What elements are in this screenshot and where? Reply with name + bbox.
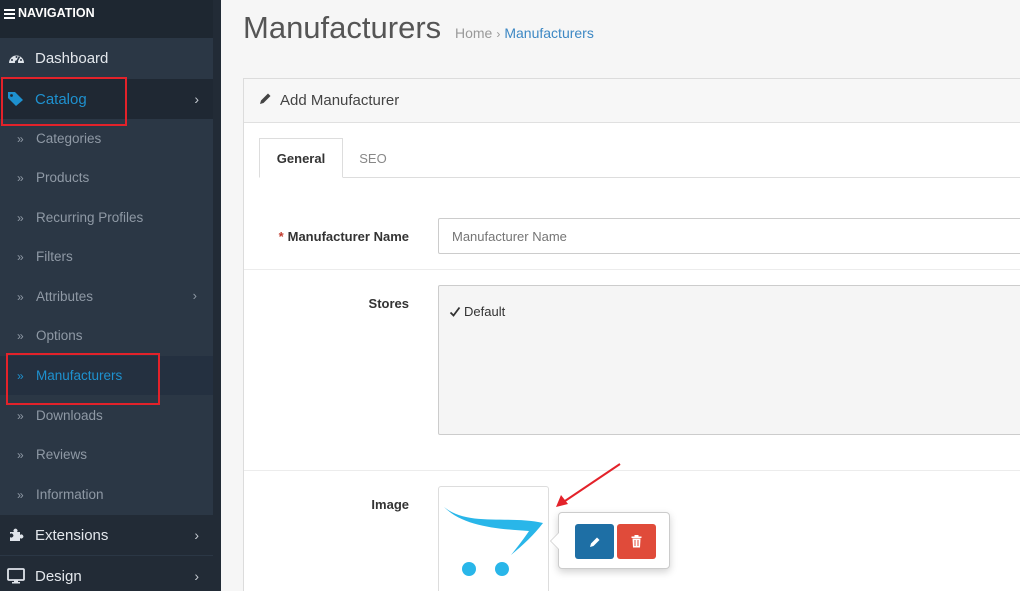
sidebar-subitem-label: Attributes	[36, 289, 94, 304]
sidebar-subitem-label: Reviews	[36, 447, 88, 462]
sidebar-subitem-attributes[interactable]: » Attributes ›	[0, 277, 213, 316]
dashboard-icon	[7, 49, 25, 67]
panel-heading-title: Add Manufacturer	[280, 92, 400, 109]
stores-list-box[interactable]: Default	[438, 285, 1020, 435]
store-option-default[interactable]: Default	[449, 304, 505, 319]
sidebar-subitem-label: Recurring Profiles	[36, 210, 144, 225]
navigation-header[interactable]: NAVIGATION	[0, 0, 213, 38]
manufacturer-form-panel: Add Manufacturer General SEO * Manufactur…	[243, 78, 1020, 591]
tabs-divider	[259, 177, 1020, 178]
monitor-icon	[7, 567, 25, 585]
chevron-right-icon: ›	[194, 527, 199, 543]
sidebar-subitem-label: Products	[36, 170, 90, 185]
chevron-right-icon: ›	[192, 288, 197, 303]
double-chevron-icon: »	[17, 170, 24, 185]
double-chevron-icon: »	[17, 328, 24, 343]
image-label: Image	[371, 497, 409, 512]
menu-bars-icon	[4, 9, 15, 21]
sidebar-item-label: Dashboard	[35, 49, 109, 67]
delete-image-button[interactable]	[617, 524, 656, 559]
checkbox-checked-icon[interactable]	[449, 306, 461, 318]
row-divider	[244, 269, 1020, 270]
sidebar-item-dashboard[interactable]: Dashboard	[0, 38, 213, 78]
breadcrumb: Home › Manufacturers	[455, 25, 594, 41]
double-chevron-icon: »	[17, 131, 24, 146]
sidebar-item-design[interactable]: Design ›	[0, 556, 213, 591]
sidebar-subitem-label: Filters	[36, 249, 73, 264]
opencart-logo-icon	[444, 507, 543, 576]
pencil-icon	[589, 537, 599, 547]
stores-label: Stores	[368, 296, 409, 311]
store-option-label: Default	[464, 304, 506, 319]
annotation-highlight-catalog	[1, 77, 127, 126]
double-chevron-icon: »	[17, 210, 24, 225]
trash-icon	[631, 535, 642, 548]
sidebar-subitem-products[interactable]: » Products	[0, 158, 213, 197]
annotation-highlight-manufacturers	[6, 353, 160, 405]
annotation-arrow	[556, 463, 621, 507]
sidebar-subitem-reviews[interactable]: » Reviews	[0, 435, 213, 474]
sidebar-subitem-options[interactable]: » Options	[0, 316, 213, 355]
sidebar-item-label: Design	[35, 567, 82, 585]
double-chevron-icon: »	[17, 447, 24, 462]
double-chevron-icon: »	[17, 408, 24, 423]
sidebar-subitem-label: Downloads	[36, 408, 103, 423]
sidebar-item-label: Extensions	[35, 526, 109, 544]
image-thumbnail[interactable]	[438, 486, 549, 591]
sidebar-subitem-filters[interactable]: » Filters	[0, 237, 213, 276]
edit-image-button[interactable]	[575, 524, 614, 559]
panel-heading: Add Manufacturer	[244, 79, 1020, 123]
manufacturer-name-label: * Manufacturer Name	[264, 229, 409, 244]
manufacturer-name-label-text: Manufacturer Name	[287, 229, 409, 244]
sidebar-item-extensions[interactable]: Extensions ›	[0, 515, 213, 555]
breadcrumb-current-link[interactable]: Manufacturers	[504, 25, 593, 41]
double-chevron-icon: »	[17, 487, 24, 502]
page-title: Manufacturers	[243, 10, 442, 45]
navigation-header-label: NAVIGATION	[18, 6, 95, 20]
sidebar-subitem-label: Options	[36, 328, 83, 343]
breadcrumb-home-link[interactable]: Home	[455, 25, 492, 41]
tab-general[interactable]: General	[259, 138, 343, 178]
pencil-icon	[259, 92, 272, 109]
sidebar-subitem-information[interactable]: » Information	[0, 475, 213, 514]
puzzle-icon	[7, 526, 25, 544]
row-divider	[244, 470, 1020, 471]
chevron-right-icon: ›	[194, 91, 199, 107]
tab-seo[interactable]: SEO	[344, 138, 402, 178]
double-chevron-icon: »	[17, 249, 24, 264]
image-action-popover	[550, 512, 670, 569]
sidebar-edge	[213, 0, 221, 591]
breadcrumb-separator: ›	[496, 27, 501, 41]
required-asterisk: *	[278, 229, 284, 244]
sidebar-subitem-recurring-profiles[interactable]: » Recurring Profiles	[0, 198, 213, 237]
chevron-right-icon: ›	[194, 568, 199, 584]
double-chevron-icon: »	[17, 289, 24, 304]
sidebar-subitem-label: Categories	[36, 131, 102, 146]
sidebar-subitem-label: Information	[36, 487, 104, 502]
manufacturer-name-input[interactable]	[438, 218, 1020, 254]
